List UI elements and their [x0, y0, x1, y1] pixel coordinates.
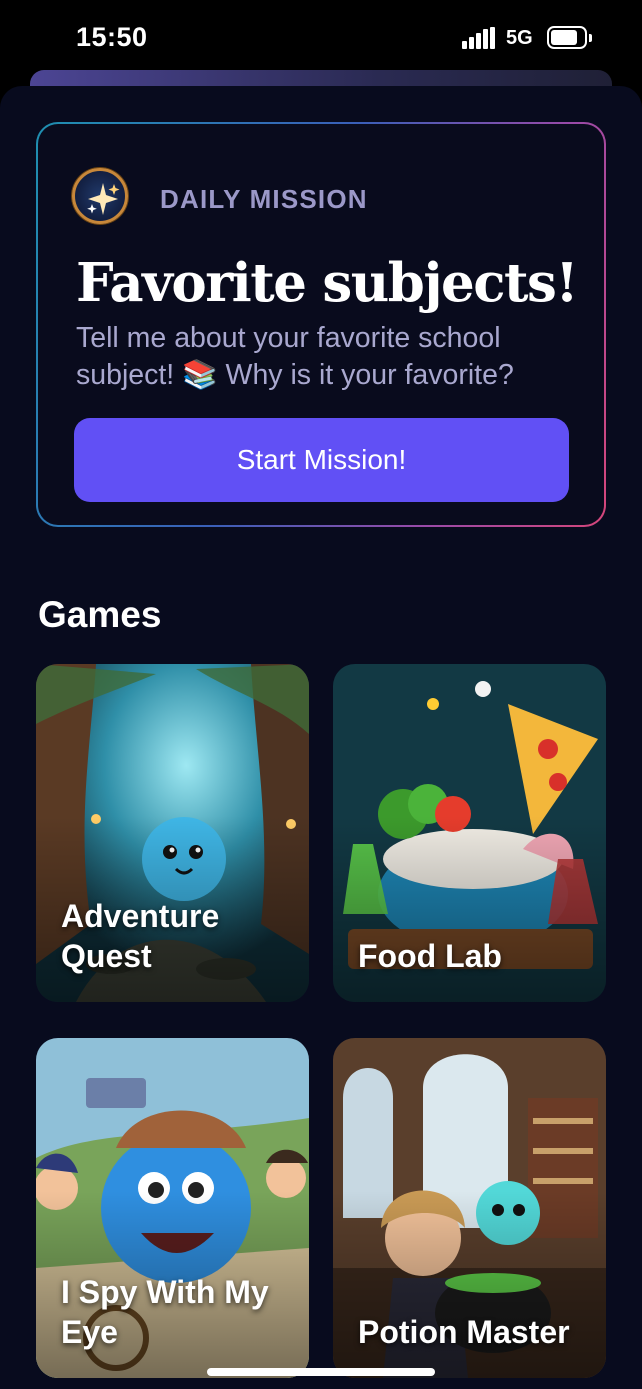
status-bar: 15:50 5G [0, 0, 642, 78]
mission-description: Tell me about your favorite school subje… [76, 322, 514, 391]
game-card-potion-master[interactable]: Potion Master [333, 1038, 606, 1378]
game-card-i-spy-with-my-eye[interactable]: I Spy With My Eye [36, 1038, 309, 1378]
network-label: 5G [506, 27, 533, 49]
home-indicator[interactable] [207, 1368, 435, 1376]
daily-mission-card: DAILY MISSION Favorite subjects! Tell me… [36, 122, 606, 527]
start-mission-button[interactable]: Start Mission! [74, 418, 569, 502]
battery-icon [547, 26, 592, 49]
signal-icon [462, 27, 496, 49]
game-title: Adventure Quest [61, 898, 220, 974]
mission-kicker: DAILY MISSION [160, 184, 368, 214]
game-card-food-lab[interactable]: Food Lab [333, 664, 606, 1002]
game-title: Potion Master [358, 1314, 570, 1350]
mission-title: Favorite subjects! [76, 252, 579, 314]
game-title: Food Lab [358, 938, 502, 974]
status-time: 15:50 [76, 22, 148, 52]
game-card-adventure-quest[interactable]: Adventure Quest [36, 664, 309, 1002]
sparkles-icon [72, 168, 128, 224]
game-title: I Spy With My Eye [61, 1274, 269, 1350]
games-heading: Games [38, 594, 162, 635]
